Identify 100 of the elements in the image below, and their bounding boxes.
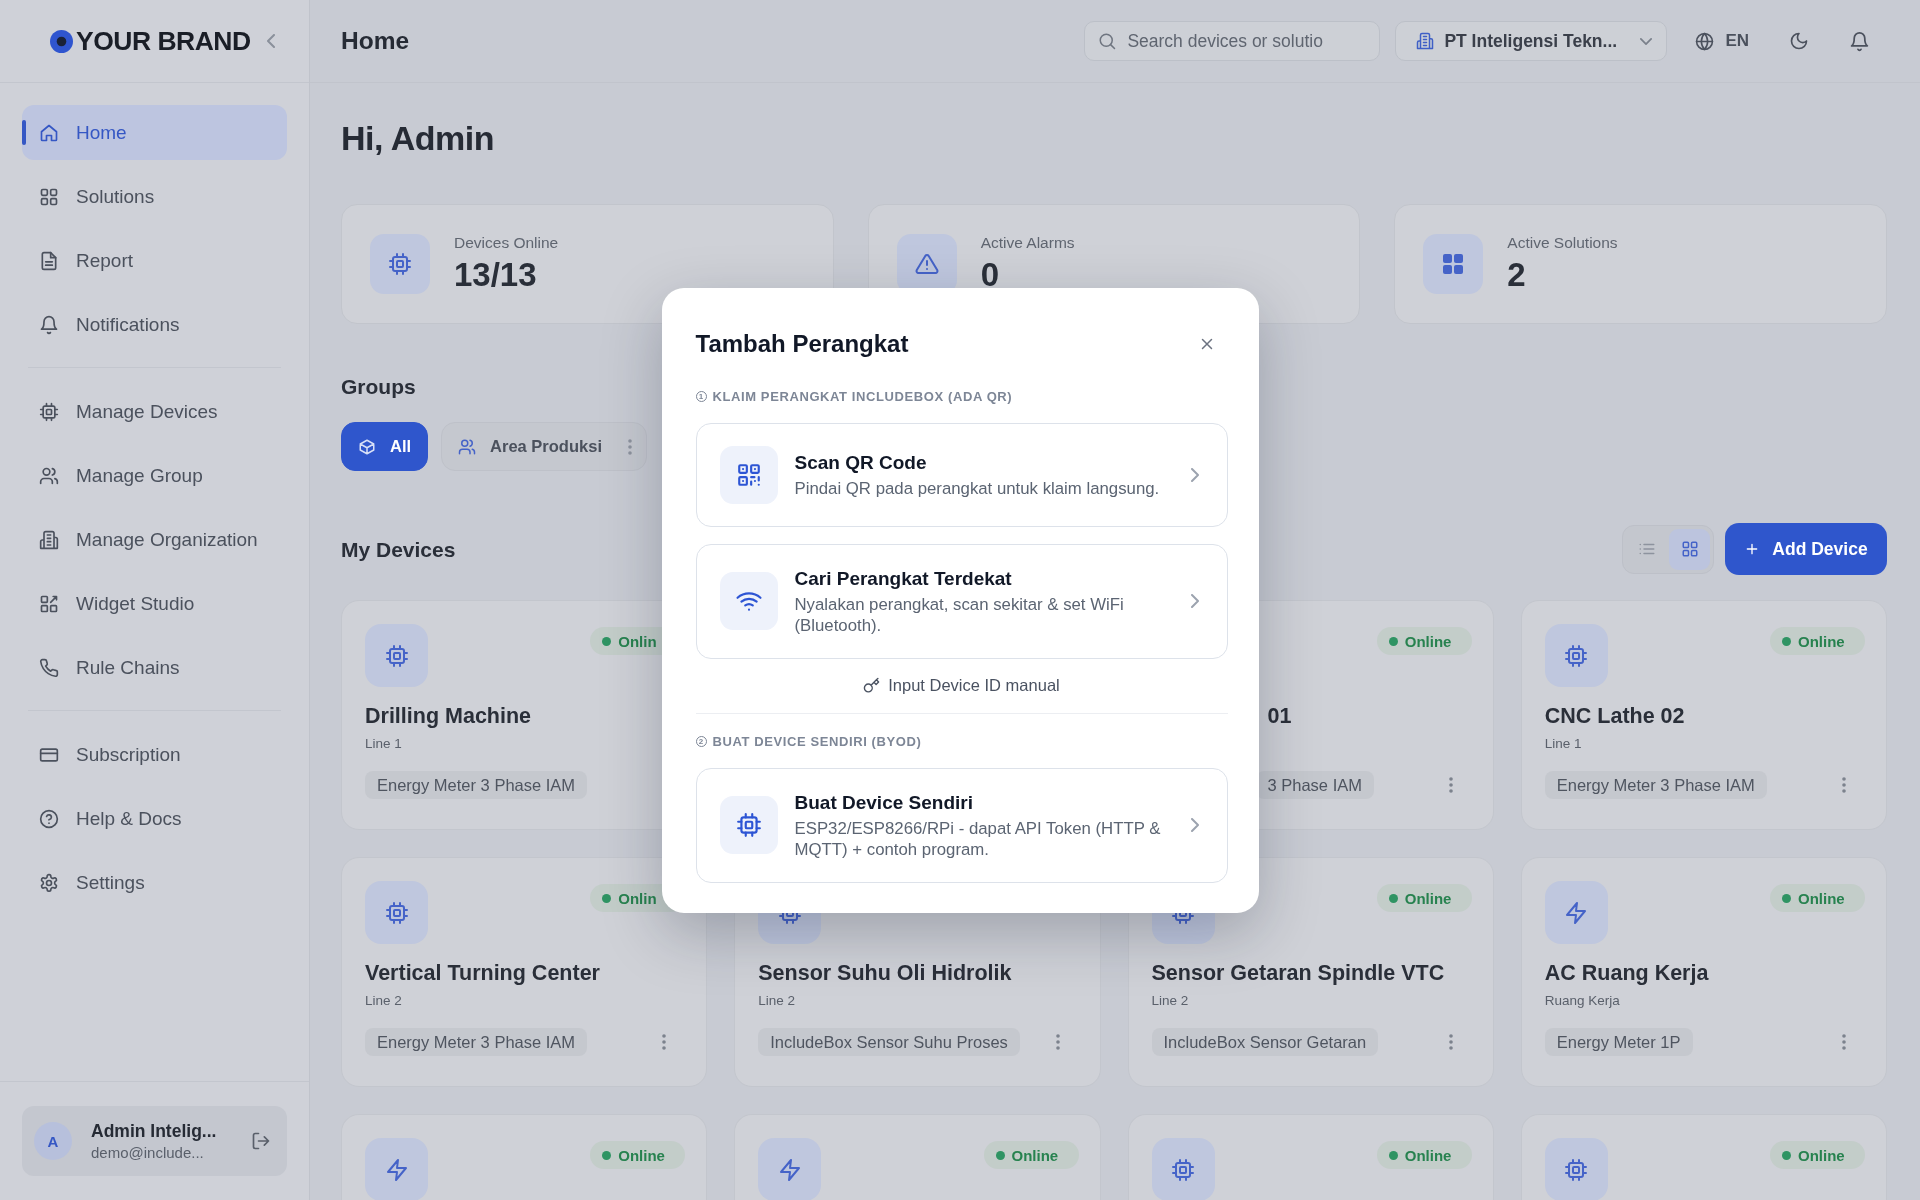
- nav-item[interactable]: Manage Devices: [22, 384, 287, 439]
- device-card[interactable]: Online: [341, 1114, 708, 1200]
- more-icon[interactable]: [662, 1034, 667, 1050]
- nav-item[interactable]: Notifications: [22, 297, 287, 352]
- user-card[interactable]: A Admin Intelig... demo@include...: [22, 1106, 287, 1176]
- grid-icon: [1680, 540, 1699, 558]
- manual-entry-link[interactable]: Input Device ID manual: [863, 675, 1060, 696]
- device-card[interactable]: Onlin Vertical Turning Center Line 2 Energy Meter 3 Phase IAM: [341, 857, 708, 1087]
- grid-icon: [39, 186, 59, 207]
- chip-icon: [1544, 624, 1608, 687]
- chip-icon: [719, 796, 778, 854]
- option-title: Cari Perangkat Terdekat: [794, 566, 1013, 590]
- help-icon: [39, 808, 59, 829]
- section-label: KLAIM PERANGKAT INCLUDEBOX (ADA QR): [712, 389, 1013, 404]
- device-name: AC Ruang Kerja: [1544, 960, 1710, 986]
- bell-icon[interactable]: [1849, 30, 1870, 52]
- device-type-tag: Energy Meter 3 Phase IAM: [1544, 771, 1767, 799]
- nav-item[interactable]: Manage Organization: [22, 512, 287, 567]
- status-text: Online: [1404, 632, 1452, 650]
- stat-value: 0: [980, 256, 1000, 294]
- stat-value: 2: [1507, 256, 1527, 294]
- chevron-left-icon[interactable]: [266, 34, 275, 48]
- status-text: Online: [1798, 632, 1845, 650]
- logo-icon: [50, 29, 73, 53]
- qr-code-icon: [719, 445, 778, 504]
- chevron-right-icon: [1190, 467, 1199, 482]
- add-device-button[interactable]: Add Device: [1725, 523, 1887, 575]
- search-field[interactable]: Search devices or solutio: [1084, 21, 1381, 61]
- chip-icon: [370, 234, 430, 294]
- stat-label: Active Solutions: [1507, 234, 1618, 252]
- greeting-heading: Hi, Admin: [341, 118, 494, 158]
- section-label: BUAT DEVICE SENDIRI (BYOD): [712, 734, 922, 749]
- device-location: Line 2: [365, 993, 403, 1009]
- nav-item[interactable]: Rule Chains: [22, 640, 287, 695]
- bell-icon: [39, 314, 59, 335]
- logout-icon[interactable]: [251, 1131, 271, 1151]
- chip-icon: [1544, 1138, 1608, 1200]
- users-icon: [39, 465, 59, 486]
- status-dot-icon: [1782, 636, 1791, 646]
- device-name: Drilling Machine: [365, 703, 533, 729]
- status-dot-icon: [602, 893, 612, 903]
- wifi-icon: [719, 572, 778, 630]
- user-avatar: A: [34, 1122, 72, 1160]
- device-card[interactable]: Online: [1127, 1114, 1494, 1200]
- nav-item[interactable]: Solutions: [22, 169, 287, 224]
- globe-icon: [1695, 31, 1715, 51]
- option-card[interactable]: Scan QR Code Pindai QR pada perangkat untuk klaim langsung.: [695, 422, 1228, 527]
- key-icon: [863, 677, 881, 694]
- more-icon[interactable]: [627, 438, 632, 455]
- building-icon: [1416, 32, 1435, 50]
- nav-item[interactable]: Settings: [22, 855, 287, 910]
- device-card[interactable]: Online Sensor Getaran Spindle VTC Line 2 IncludeBox Sensor Getaran: [1127, 857, 1494, 1087]
- bolt-icon: [1544, 881, 1608, 944]
- device-name: 01: [1267, 703, 1292, 729]
- device-name: Vertical Turning Center: [365, 960, 601, 986]
- view-button[interactable]: [1669, 528, 1710, 570]
- status-text: Online: [1404, 1146, 1452, 1164]
- more-icon[interactable]: [1842, 777, 1846, 793]
- more-icon[interactable]: [1055, 1034, 1060, 1050]
- option-description: Nyalakan perangkat, scan sekitar & set WiFi (Bluetooth).: [794, 593, 1125, 636]
- building-icon: [39, 529, 59, 550]
- language-selector[interactable]: EN: [1695, 31, 1749, 51]
- user-email: demo@include...: [91, 1144, 205, 1161]
- nav-item[interactable]: Subscription: [22, 727, 287, 782]
- more-icon[interactable]: [1842, 1034, 1846, 1050]
- nav-item[interactable]: Manage Group: [22, 448, 287, 503]
- nav-item[interactable]: Home: [22, 105, 287, 160]
- group-chip[interactable]: All: [341, 422, 429, 471]
- device-card[interactable]: Online: [1520, 1114, 1887, 1200]
- status-dot-icon: [602, 1150, 612, 1160]
- status-text: Onlin: [618, 632, 657, 650]
- device-name: Sensor Getaran Spindle VTC: [1151, 960, 1446, 986]
- moon-icon[interactable]: [1789, 31, 1809, 51]
- status-dot-icon: [995, 1150, 1005, 1160]
- section-heading: Groups: [341, 374, 416, 399]
- status-text: Online: [1011, 1146, 1059, 1164]
- nav-item[interactable]: Widget Studio: [22, 576, 287, 631]
- chevron-right-icon: [1190, 818, 1199, 832]
- more-icon[interactable]: [1448, 1034, 1453, 1050]
- stat-value: 13/13: [454, 256, 538, 294]
- device-card[interactable]: Online CNC Lathe 02 Line 1 Energy Meter 3 Phase IAM: [1520, 600, 1887, 830]
- chevron-right-icon: [1190, 594, 1199, 608]
- group-chip[interactable]: Area Produksi: [441, 422, 647, 471]
- status-text: Online: [1404, 889, 1452, 907]
- device-card[interactable]: Online: [734, 1114, 1101, 1200]
- status-dot-icon: [1388, 1150, 1398, 1160]
- chip-icon: [39, 401, 59, 422]
- option-card[interactable]: Buat Device Sendiri ESP32/ESP8266/RPi - dapat API Token (HTTP & MQTT) + contoh program.: [695, 767, 1228, 883]
- dialog-title: Tambah Perangkat: [695, 329, 909, 358]
- stat-label: Devices Online: [454, 234, 559, 252]
- device-name: CNC Lathe 02: [1544, 703, 1686, 729]
- users-icon: [458, 437, 477, 456]
- organization-selector[interactable]: PT Inteligensi Tekn...: [1395, 21, 1668, 61]
- more-icon[interactable]: [1448, 777, 1453, 793]
- chip-icon: [1151, 1138, 1215, 1200]
- nav-item[interactable]: Help & Docs: [22, 791, 287, 846]
- option-title: Buat Device Sendiri: [794, 790, 974, 814]
- option-card[interactable]: Cari Perangkat Terdekat Nyalakan perangkat, scan sekitar & set WiFi (Bluetooth).: [695, 543, 1228, 659]
- device-card[interactable]: Online AC Ruang Kerja Ruang Kerja Energy Meter 1P: [1520, 857, 1887, 1087]
- nav-item[interactable]: Report: [22, 233, 287, 288]
